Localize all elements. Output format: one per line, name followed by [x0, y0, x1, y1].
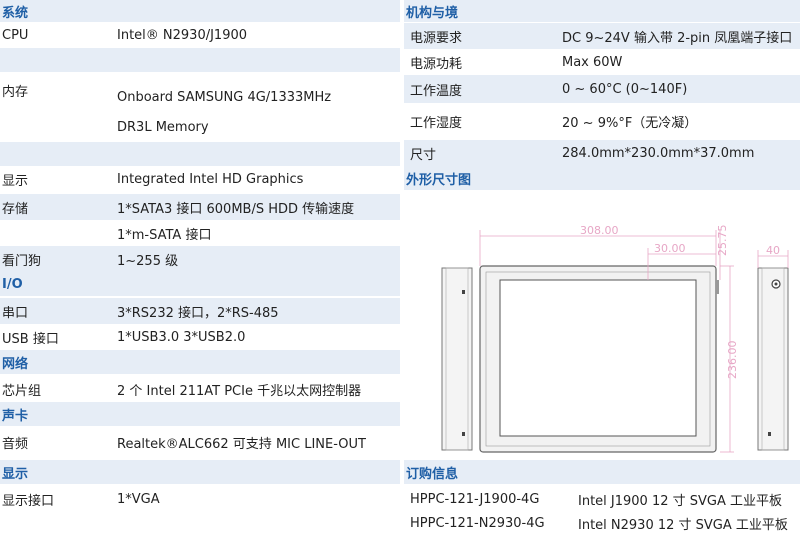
spec-value: 1*m-SATA 接口 — [117, 227, 212, 243]
section-title: 外形尺寸图 — [406, 172, 472, 188]
section-title: 网络 — [2, 356, 29, 372]
section-header-display: 显示 — [0, 460, 400, 484]
dim-height-label: 236.00 — [726, 341, 739, 380]
spec-value: 1*SATA3 接口 600MB/S HDD 传输速度 — [117, 201, 355, 217]
spec-row-temp: 工作温度 0 ~ 60°C (0~140F) — [404, 75, 800, 103]
spec-value: 3*RS232 接口，2*RS-485 — [117, 305, 279, 321]
spec-row-blank — [0, 142, 400, 166]
spec-row-blank — [0, 48, 400, 72]
order-model: HPPC-121-N2930-4G — [410, 515, 545, 531]
spec-label: 显示 — [2, 173, 29, 189]
section-title: 订购信息 — [406, 466, 459, 482]
spec-row-serial: 串口 3*RS232 接口，2*RS-485 — [0, 298, 400, 324]
spec-label: 芯片组 — [2, 383, 42, 399]
spec-value: 1*USB3.0 3*USB2.0 — [117, 329, 246, 345]
order-row-2: HPPC-121-N2930-4G Intel N2930 12 寸 SVGA … — [404, 510, 800, 536]
spec-row-power-cons: 电源功耗 Max 60W — [404, 49, 800, 75]
drawing-svg: 308.00 30.00 25.75 236.00 40 — [441, 224, 789, 453]
spec-label: 存储 — [2, 201, 29, 217]
spec-label: 显示接口 — [2, 493, 55, 509]
section-header-io: I/O — [0, 272, 400, 296]
spec-row-display-port: 显示接口 1*VGA — [0, 486, 400, 512]
section-title: I/O — [2, 276, 23, 292]
section-header-network: 网络 — [0, 350, 400, 374]
section-header-drawing: 外形尺寸图 — [404, 166, 800, 190]
spec-label: USB 接口 — [2, 331, 59, 347]
order-model: HPPC-121-J1900-4G — [410, 491, 540, 507]
spec-label: 电源要求 — [410, 30, 463, 46]
spec-row-watchdog: 看门狗 1~255 级 — [0, 246, 400, 272]
spec-label: 音频 — [2, 436, 29, 452]
spec-row-chipset: 芯片组 2 个 Intel 211AT PCIe 千兆以太网控制器 — [0, 376, 400, 402]
spec-value: Max 60W — [562, 54, 623, 70]
section-title: 系统 — [2, 5, 29, 21]
front-view — [479, 265, 719, 453]
spec-value: Intel® N2930/J1900 — [117, 27, 248, 43]
section-header-order: 订购信息 — [404, 460, 800, 484]
dimension-drawing: 308.00 30.00 25.75 236.00 40 — [404, 194, 800, 460]
spec-value: DR3L Memory — [117, 119, 209, 135]
dim-top-label: 25.75 — [716, 225, 729, 257]
section-title: 声卡 — [2, 408, 29, 424]
spec-value: 284.0mm*230.0mm*37.0mm — [562, 145, 755, 161]
spec-label: 尺寸 — [410, 147, 437, 163]
spec-value: 1*VGA — [117, 491, 160, 507]
spec-row-audio: 音频 Realtek®ALC662 可支持 MIC LINE-OUT — [0, 428, 400, 456]
spec-row-power-req: 电源要求 DC 9~24V 输入带 2-pin 凤凰端子接口 — [404, 23, 800, 49]
spec-row-storage: 存储 1*SATA3 接口 600MB/S HDD 传输速度 — [0, 194, 400, 220]
spec-label: 串口 — [2, 305, 29, 321]
spec-label: 工作湿度 — [410, 115, 463, 131]
spec-value: Realtek®ALC662 可支持 MIC LINE-OUT — [117, 436, 366, 452]
spec-row-cpu: CPU Intel® N2930/J1900 — [0, 22, 400, 48]
spec-value: 20 ~ 9%°F（无冷凝） — [562, 115, 698, 131]
section-title: 显示 — [2, 466, 29, 482]
spec-value: 0 ~ 60°C (0~140F) — [562, 81, 688, 97]
section-header-system: 系统 — [0, 0, 400, 22]
order-row-1: HPPC-121-J1900-4G Intel J1900 12 寸 SVGA … — [404, 486, 800, 512]
dim-depth-label: 40 — [766, 244, 780, 257]
spec-row-storage-2: 1*m-SATA 接口 — [0, 220, 400, 246]
order-desc: Intel J1900 12 寸 SVGA 工业平板 — [578, 493, 783, 509]
spec-row-display: 显示 Integrated Intel HD Graphics — [0, 166, 400, 192]
section-header-mechanical: 机构与境 — [404, 0, 800, 22]
spec-label: 内存 — [2, 85, 29, 100]
dim-right-label: 30.00 — [654, 242, 686, 255]
spec-value: DC 9~24V 输入带 2-pin 凤凰端子接口 — [562, 30, 793, 46]
spec-row-humidity: 工作湿度 20 ~ 9%°F（无冷凝） — [404, 103, 800, 139]
spec-label: 电源功耗 — [410, 56, 463, 72]
side-view-right — [757, 267, 789, 451]
spec-row-usb: USB 接口 1*USB3.0 3*USB2.0 — [0, 324, 400, 350]
section-header-sound: 声卡 — [0, 402, 400, 426]
spec-value: Onboard SAMSUNG 4G/1333MHz — [117, 90, 332, 105]
spec-value: 2 个 Intel 211AT PCIe 千兆以太网控制器 — [117, 383, 362, 399]
spec-value: Integrated Intel HD Graphics — [117, 171, 304, 187]
spec-value: 1~255 级 — [117, 253, 179, 269]
order-desc: Intel N2930 12 寸 SVGA 工业平板 — [578, 517, 788, 533]
dim-width-label: 308.00 — [580, 224, 619, 237]
section-title: 机构与境 — [406, 5, 459, 21]
spec-row-memory: 内存 Onboard SAMSUNG 4G/1333MHz — [0, 72, 400, 112]
spec-label: 看门狗 — [2, 253, 42, 269]
spec-label: 工作温度 — [410, 83, 463, 99]
spec-label: CPU — [2, 27, 29, 43]
spec-row-size: 尺寸 284.0mm*230.0mm*37.0mm — [404, 140, 800, 166]
side-view-left — [441, 267, 473, 451]
spec-row-memory-2: DR3L Memory — [0, 112, 400, 142]
